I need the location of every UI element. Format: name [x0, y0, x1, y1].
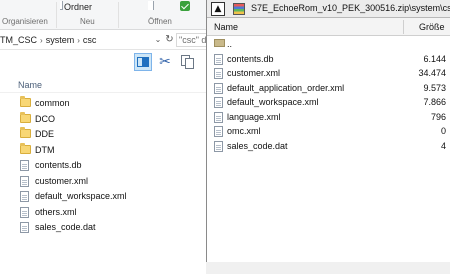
- copy-icon[interactable]: [178, 53, 196, 71]
- file-name: contents.db: [227, 53, 274, 64]
- file-name: default_application_order.xml: [227, 82, 345, 93]
- search-input[interactable]: "csc" d: [176, 33, 206, 47]
- file-size: 796: [430, 111, 446, 122]
- archive-path: S7E_EchoeRom_v10_PEK_300516.zip\system\c…: [251, 3, 450, 13]
- file-name: language.xml: [227, 111, 281, 122]
- file-size: 9.573: [423, 82, 446, 93]
- list-item[interactable]: DCO: [0, 111, 206, 128]
- cut-scissors-icon[interactable]: ✂: [156, 53, 174, 71]
- ribbon-group-organize: Organisieren: [2, 17, 48, 26]
- file-icon: [20, 206, 29, 218]
- file-icon: [214, 68, 223, 79]
- archive-path-bar: ▲ S7E_EchoeRom_v10_PEK_300516.zip\system…: [207, 0, 450, 18]
- address-bar-row: TM_CSC › system › csc ⌄ ↻ "csc" d: [0, 30, 206, 50]
- file-list: common DCO DDE DTM contents.db customer.…: [0, 96, 206, 236]
- parent-directory-row[interactable]: ..: [207, 37, 450, 52]
- window-background-strip: [206, 262, 450, 274]
- table-row[interactable]: contents.db 6.144: [207, 52, 450, 67]
- view-toolbar: ✂: [0, 51, 206, 73]
- archive-file-list: .. contents.db 6.144 customer.xml 34.474 d…: [207, 37, 450, 153]
- file-name: sales_code.dat: [227, 140, 288, 151]
- file-name: default_workspace.xml: [227, 97, 319, 107]
- breadcrumb-separator-icon[interactable]: ›: [40, 36, 43, 45]
- list-item[interactable]: customer.xml: [0, 174, 206, 190]
- address-dropdown-chevron-icon[interactable]: ⌄: [153, 33, 163, 47]
- file-icon: [214, 111, 223, 123]
- item-name: DCO: [35, 113, 55, 124]
- ribbon-divider: [118, 2, 119, 28]
- select-all-check-icon[interactable]: [180, 1, 190, 11]
- item-name: sales_code.dat: [35, 222, 96, 232]
- table-row[interactable]: default_application_order.xml 9.573: [207, 81, 450, 96]
- folder-icon: [20, 111, 31, 123]
- file-icon: [20, 175, 29, 187]
- ribbon: Organisieren Ordner Neu Öffnen: [0, 0, 206, 30]
- column-header-name[interactable]: Name: [214, 22, 238, 32]
- file-size: 0: [440, 126, 446, 136]
- ribbon-group-new: Neu: [80, 17, 95, 26]
- file-icon: [20, 160, 29, 171]
- item-name: default_workspace.xml: [35, 191, 127, 201]
- refresh-icon[interactable]: ↻: [164, 33, 175, 47]
- file-icon: [214, 82, 223, 94]
- column-header-size[interactable]: Größe: [419, 22, 445, 32]
- properties-icon[interactable]: [148, 1, 154, 10]
- ribbon-divider: [56, 2, 57, 28]
- column-header-name[interactable]: Name: [18, 80, 42, 90]
- list-item[interactable]: others.xml: [0, 205, 206, 221]
- table-row[interactable]: customer.xml 34.474: [207, 66, 450, 81]
- preview-pane-button[interactable]: [134, 53, 152, 71]
- breadcrumb-item[interactable]: csc: [83, 35, 97, 45]
- file-icon: [214, 97, 223, 108]
- breadcrumb-item[interactable]: system: [46, 35, 75, 45]
- table-row[interactable]: sales_code.dat 4: [207, 139, 450, 154]
- list-item[interactable]: DTM: [0, 142, 206, 159]
- list-item[interactable]: sales_code.dat: [0, 220, 206, 236]
- file-name: omc.xml: [227, 126, 261, 136]
- folder-icon: [20, 96, 31, 107]
- address-bar[interactable]: TM_CSC › system › csc: [0, 33, 152, 47]
- up-folder-icon: [214, 39, 225, 47]
- archive-column-headers: Name Größe: [207, 18, 450, 36]
- folder-icon: [20, 142, 31, 154]
- file-icon: [214, 126, 223, 137]
- column-divider[interactable]: [403, 20, 404, 34]
- file-icon: [214, 140, 223, 152]
- list-item[interactable]: contents.db: [0, 158, 206, 174]
- list-item[interactable]: DDE: [0, 127, 206, 143]
- file-size: 4: [440, 140, 446, 151]
- new-folder-button[interactable]: Ordner: [64, 2, 92, 12]
- archive-browser-window: ▲ S7E_EchoeRom_v10_PEK_300516.zip\system…: [206, 0, 450, 274]
- file-explorer-window: Organisieren Ordner Neu Öffnen TM_CSC › sy…: [0, 0, 206, 274]
- table-row[interactable]: default_workspace.xml 7.866: [207, 95, 450, 110]
- item-name: customer.xml: [35, 175, 89, 186]
- file-icon: [20, 222, 29, 233]
- breadcrumb-separator-icon[interactable]: ›: [77, 36, 80, 45]
- ribbon-group-open: Öffnen: [148, 17, 172, 26]
- table-row[interactable]: language.xml 796: [207, 110, 450, 125]
- item-name: contents.db: [35, 160, 82, 170]
- file-size: 7.866: [423, 97, 446, 107]
- breadcrumb-item[interactable]: TM_CSC: [0, 35, 37, 45]
- item-name: others.xml: [35, 206, 77, 217]
- item-name: ..: [227, 39, 233, 49]
- new-folder-icon: [60, 1, 63, 10]
- folder-icon: [20, 127, 31, 138]
- table-row[interactable]: omc.xml 0: [207, 124, 450, 139]
- column-header-divider: [0, 92, 206, 93]
- item-name: DTM: [35, 144, 55, 155]
- zip-archive-icon: [232, 2, 246, 16]
- list-item[interactable]: default_workspace.xml: [0, 189, 206, 205]
- file-icon: [214, 53, 223, 65]
- file-icon: [20, 191, 29, 202]
- item-name: common: [35, 98, 70, 108]
- file-name: customer.xml: [227, 68, 281, 78]
- list-item[interactable]: common: [0, 96, 206, 112]
- item-name: DDE: [35, 129, 55, 139]
- file-size: 34.474: [418, 68, 446, 78]
- parent-directory-up-icon[interactable]: ▲: [211, 2, 225, 16]
- file-size: 6.144: [423, 53, 446, 64]
